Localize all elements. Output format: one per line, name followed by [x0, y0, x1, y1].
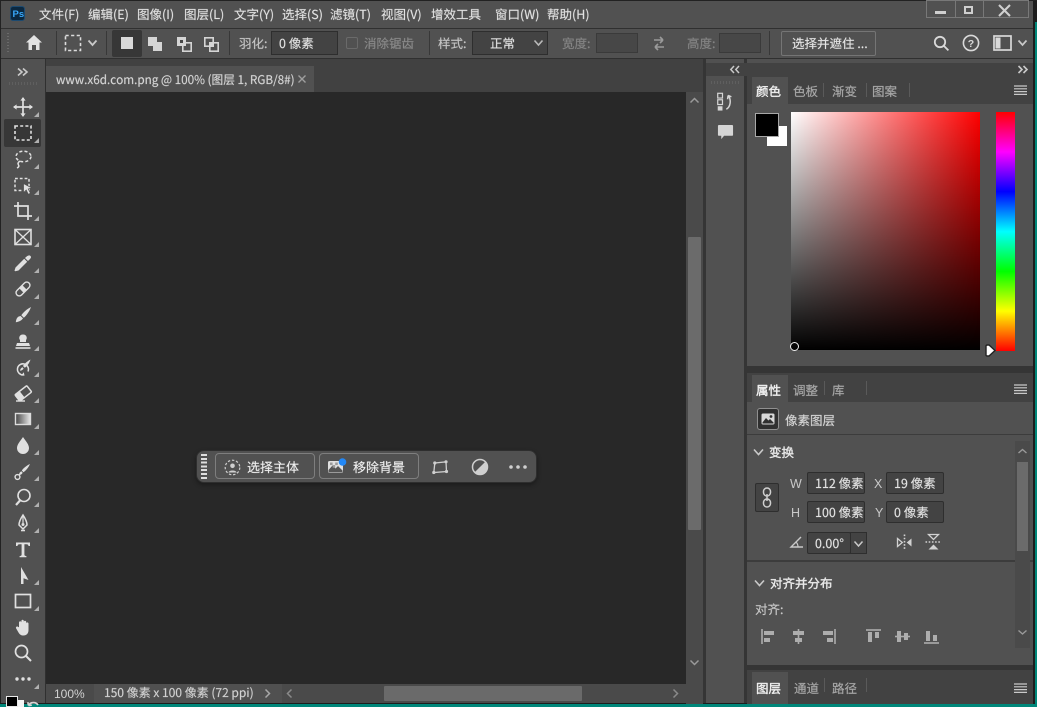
svg-text:?: ? [968, 38, 974, 50]
